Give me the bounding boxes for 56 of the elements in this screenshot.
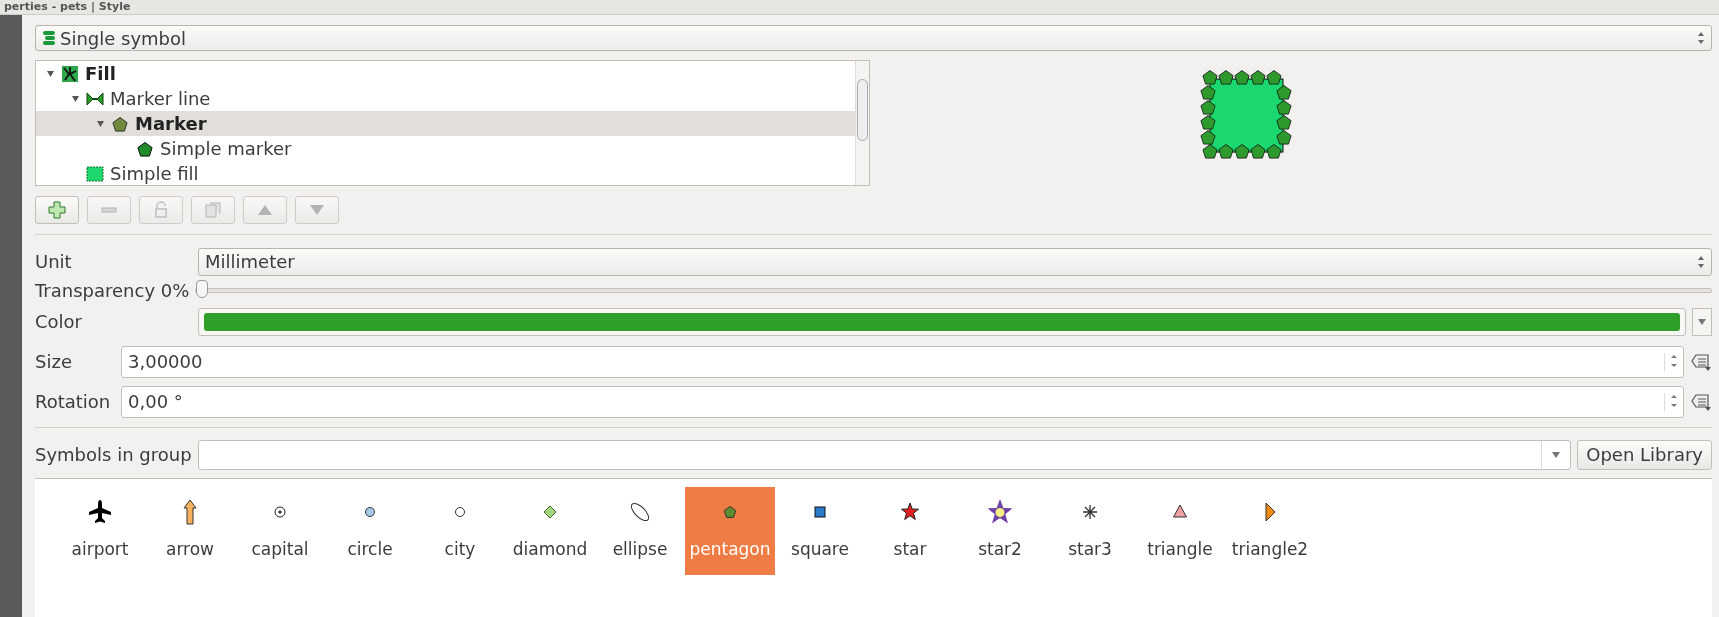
copy-icon [204, 201, 222, 219]
symbol-item[interactable]: star [865, 487, 955, 575]
color-menu-button[interactable] [1692, 307, 1712, 336]
pentagon-icon [136, 139, 154, 158]
tree-item[interactable]: Simple fill [36, 161, 855, 185]
symbol-item[interactable]: ellipse [595, 487, 685, 575]
unit-dropdown[interactable]: Millimeter [198, 247, 1712, 276]
spin-arrows-icon[interactable] [1670, 352, 1678, 369]
size-field[interactable]: 3,00000 [121, 345, 1684, 378]
symbol-item[interactable]: triangle2 [1225, 487, 1315, 575]
scrollbar[interactable] [855, 61, 869, 185]
symbol-item[interactable]: star2 [955, 487, 1045, 575]
pentagon-icon [111, 114, 129, 133]
tree-item[interactable]: Marker [36, 111, 855, 136]
data-defined-icon[interactable] [1690, 351, 1712, 372]
lock-icon [152, 201, 170, 219]
tree-item[interactable]: Simple marker [36, 136, 855, 161]
open-library-button[interactable]: Open Library [1577, 439, 1712, 470]
symbol-item[interactable]: triangle [1135, 487, 1225, 575]
tree-item[interactable]: Fill [36, 61, 855, 86]
symbol-item[interactable]: airport [55, 487, 145, 575]
dropdown-arrow-icon [1551, 451, 1562, 458]
dropdown-arrow-icon [1697, 318, 1707, 325]
symbol-item[interactable]: star3 [1045, 487, 1135, 575]
marker-line-icon [86, 90, 104, 107]
data-defined-icon[interactable] [1690, 391, 1712, 412]
renderer-dropdown[interactable]: Single symbol [35, 25, 1712, 51]
symbol-item[interactable]: square [775, 487, 865, 575]
field-label: Color [35, 311, 83, 332]
field-label: Unit [35, 251, 73, 272]
field-label: Symbols in group [35, 444, 192, 465]
expand-arrow-icon[interactable] [96, 119, 105, 128]
spin-arrows-icon[interactable] [1670, 392, 1678, 409]
field-label: Size [35, 351, 73, 372]
group-dropdown[interactable] [197, 439, 1572, 470]
tree-item[interactable]: Marker line [36, 86, 855, 111]
add-layer-button[interactable] [35, 196, 79, 224]
single-symbol-icon [42, 30, 56, 46]
symbol-item[interactable]: city [415, 487, 505, 575]
expand-arrow-icon[interactable] [71, 94, 80, 103]
fill-swatch-icon [86, 165, 104, 182]
spin-arrows-icon [1697, 31, 1705, 45]
plus-icon [48, 201, 66, 219]
symbol-item[interactable]: arrow [145, 487, 235, 575]
window-title: perties - pets | Style [4, 1, 131, 13]
expand-arrow-icon[interactable] [46, 69, 55, 78]
field-label: Rotation [35, 391, 112, 412]
symbol-item[interactable]: circle [325, 487, 415, 575]
rotation-field[interactable]: 0,00 ° [121, 385, 1684, 418]
fill-symbol-icon [61, 64, 79, 83]
field-label: Transparency 0% [35, 279, 190, 301]
symbol-item[interactable]: capital [235, 487, 325, 575]
spin-arrows-icon [1697, 254, 1705, 269]
slider-handle[interactable] [196, 279, 209, 298]
symbol-item[interactable]: diamond [505, 487, 595, 575]
color-button[interactable] [198, 307, 1686, 336]
